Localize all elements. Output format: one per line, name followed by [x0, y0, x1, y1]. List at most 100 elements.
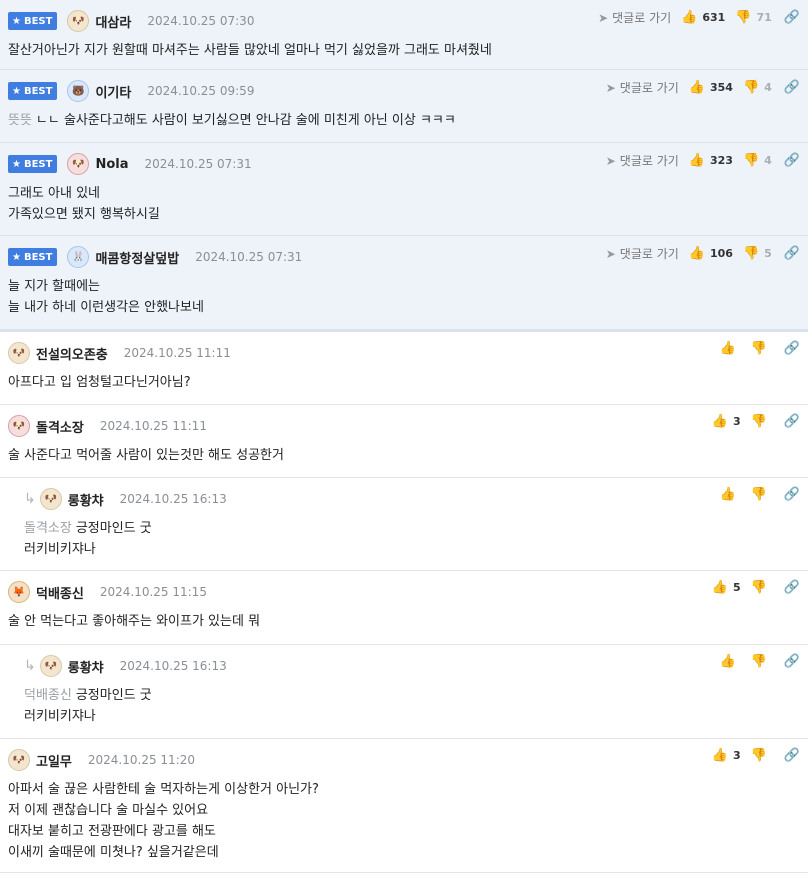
- link-icon[interactable]: 🔗: [784, 414, 800, 429]
- comment-date: 2024.10.25 07:31: [144, 157, 252, 171]
- avatar[interactable]: 🐰: [67, 246, 90, 268]
- downvote-button[interactable]: 👎: [751, 487, 772, 502]
- nickname[interactable]: 덕배종신: [36, 583, 84, 602]
- link-icon[interactable]: 🔗: [784, 748, 800, 763]
- send-icon: ➤: [605, 154, 616, 168]
- upvote-button[interactable]: 👍 323: [689, 153, 733, 168]
- avatar[interactable]: 🐻: [67, 80, 90, 102]
- best-comment: ★ BEST 🐻 이기타 2024.10.25 09:59 ➤ 댓글로 가기 👍 35…: [0, 70, 808, 143]
- avatar[interactable]: 🐶: [8, 342, 30, 364]
- comment: 🐶 고일무 2024.10.25 11:20 👍 3 👎 🔗 아파서 술 끊은 사…: [0, 739, 808, 873]
- goto-comment-link[interactable]: ➤ 댓글로 가기: [606, 79, 679, 96]
- link-icon[interactable]: 🔗: [784, 246, 800, 261]
- upvote-button[interactable]: 👍 106: [689, 246, 733, 261]
- thumbs-up-icon: 👍: [688, 153, 705, 168]
- nickname[interactable]: Nola: [95, 157, 128, 172]
- send-icon: ➤: [598, 11, 609, 25]
- upvote-button[interactable]: 👍 631: [681, 10, 725, 25]
- comment-body: 술 사준다고 먹어줄 사람이 있는것만 해도 성공한거: [8, 448, 284, 463]
- upvote-button[interactable]: 👍: [719, 487, 740, 502]
- comment-date: 2024.10.25 11:20: [87, 753, 195, 767]
- link-icon[interactable]: 🔗: [784, 153, 800, 168]
- downvote-button[interactable]: 👎: [751, 414, 772, 429]
- nickname[interactable]: 이기타: [95, 82, 131, 101]
- upvote-button[interactable]: 👍: [719, 341, 740, 356]
- thumbs-down-icon: 👎: [735, 10, 752, 25]
- link-icon[interactable]: 🔗: [784, 654, 800, 669]
- comment-date: 2024.10.25 07:31: [195, 250, 303, 264]
- comment-date: 2024.10.25 07:30: [147, 14, 255, 28]
- upvote-button[interactable]: 👍 5: [712, 580, 741, 595]
- upvote-button[interactable]: 👍 3: [712, 748, 741, 763]
- upvote-button[interactable]: 👍 354: [689, 80, 733, 95]
- avatar[interactable]: 🐶: [67, 10, 90, 32]
- downvote-button[interactable]: 👎: [751, 748, 772, 763]
- thumbs-up-icon: 👍: [688, 246, 705, 261]
- mention[interactable]: 돌격소장: [24, 521, 72, 536]
- best-badge: ★ BEST: [8, 248, 58, 266]
- downvote-button[interactable]: 👎 4: [743, 80, 772, 95]
- nickname[interactable]: 돌격소장: [36, 417, 84, 436]
- link-icon[interactable]: 🔗: [784, 80, 800, 95]
- nickname[interactable]: 대삼라: [95, 12, 131, 31]
- best-badge: ★ BEST: [8, 82, 58, 100]
- comment-body: 잘산거아닌가 지가 원할때 마셔주는 사람들 많았네 얼마나 먹기 싫었을까 그…: [8, 43, 492, 58]
- avatar[interactable]: 🐶: [8, 415, 30, 437]
- thumbs-down-icon: 👎: [750, 654, 767, 669]
- comment-body: 돌격소장 긍정마인드 굿 러키비키쟈나: [24, 521, 152, 557]
- nickname[interactable]: 고일무: [36, 751, 72, 770]
- nickname[interactable]: 롱황챠: [68, 490, 104, 509]
- thumbs-down-icon: 👎: [750, 341, 767, 356]
- thumbs-up-icon: 👍: [681, 10, 698, 25]
- star-icon: ★: [12, 15, 21, 27]
- downvote-button[interactable]: 👎 4: [743, 153, 772, 168]
- comment-date: 2024.10.25 09:59: [147, 84, 255, 98]
- nickname[interactable]: 롱황챠: [68, 657, 104, 676]
- thumbs-down-icon: 👎: [750, 580, 767, 595]
- avatar[interactable]: 🐶: [67, 153, 90, 175]
- comment-date: 2024.10.25 11:15: [99, 585, 207, 599]
- avatar[interactable]: 🐶: [8, 749, 30, 771]
- reply-arrow-icon: ↳: [24, 658, 36, 674]
- link-icon[interactable]: 🔗: [784, 10, 800, 25]
- avatar[interactable]: 🦊: [8, 581, 30, 603]
- comment-list: ★ BEST 🐶 대삼라 2024.10.25 07:30 ➤ 댓글로 가기 👍 63…: [0, 0, 808, 873]
- nickname[interactable]: 매콤항정살덮밥: [95, 248, 179, 267]
- thumbs-down-icon: 👎: [742, 80, 760, 95]
- link-icon[interactable]: 🔗: [784, 580, 800, 595]
- downvote-button[interactable]: 👎: [751, 580, 772, 595]
- send-icon: ➤: [605, 81, 616, 95]
- upvote-button[interactable]: 👍 3: [712, 414, 741, 429]
- nickname[interactable]: 전설의오존충: [36, 344, 108, 363]
- thumbs-down-icon: 👎: [742, 153, 760, 168]
- best-comment: ★ BEST 🐶 Nola 2024.10.25 07:31 ➤ 댓글로 가기 👍 3…: [0, 143, 808, 236]
- reply-comment: ↳ 🐶 롱황챠 2024.10.25 16:13 👍 👎 🔗 덕배종신 긍정마인드…: [0, 645, 808, 739]
- avatar[interactable]: 🐶: [39, 655, 62, 677]
- comment-date: 2024.10.25 16:13: [119, 492, 227, 506]
- thumbs-down-icon: 👎: [750, 748, 767, 763]
- mention[interactable]: 뜻뜻: [8, 113, 32, 128]
- downvote-button[interactable]: 👎 5: [743, 246, 772, 261]
- goto-comment-link[interactable]: ➤ 댓글로 가기: [598, 9, 671, 26]
- mention[interactable]: 덕배종신: [24, 688, 72, 703]
- thumbs-up-icon: 👍: [711, 580, 728, 595]
- downvote-button[interactable]: 👎: [751, 654, 772, 669]
- goto-comment-link[interactable]: ➤ 댓글로 가기: [606, 152, 679, 169]
- star-icon: ★: [12, 85, 21, 97]
- thumbs-down-icon: 👎: [750, 487, 767, 502]
- comment: 🐶 돌격소장 2024.10.25 11:11 👍 3 👎 🔗 술 사준다고 먹어…: [0, 405, 808, 478]
- upvote-button[interactable]: 👍: [719, 654, 740, 669]
- downvote-button[interactable]: 👎 71: [735, 10, 772, 25]
- downvote-button[interactable]: 👎: [751, 341, 772, 356]
- star-icon: ★: [12, 158, 21, 170]
- comment-date: 2024.10.25 11:11: [123, 346, 231, 360]
- best-comment: ★ BEST 🐶 대삼라 2024.10.25 07:30 ➤ 댓글로 가기 👍 63…: [0, 0, 808, 70]
- goto-comment-link[interactable]: ➤ 댓글로 가기: [606, 245, 679, 262]
- reply-arrow-icon: ↳: [24, 491, 36, 507]
- send-icon: ➤: [605, 247, 616, 261]
- comment: 🐶 전설의오존충 2024.10.25 11:11 👍 👎 🔗 아프다고 입 엄…: [0, 332, 808, 405]
- avatar[interactable]: 🐶: [39, 488, 62, 510]
- link-icon[interactable]: 🔗: [784, 341, 800, 356]
- link-icon[interactable]: 🔗: [784, 487, 800, 502]
- thumbs-up-icon: 👍: [711, 414, 728, 429]
